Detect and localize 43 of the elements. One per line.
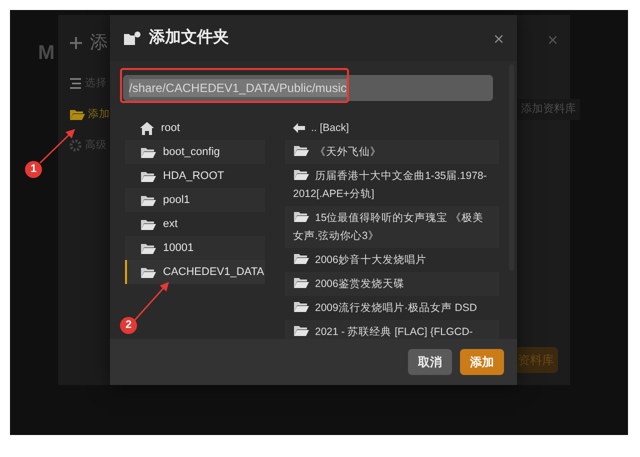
annotation-arrow <box>133 282 169 322</box>
folder-icon <box>140 170 156 182</box>
page-heading: M <box>38 41 55 66</box>
back-item[interactable]: .. [Back] <box>285 116 499 140</box>
list-icon <box>69 78 82 89</box>
folder-icon <box>140 266 156 278</box>
folder-item[interactable]: 10001 <box>125 236 265 260</box>
folder-icon <box>140 242 156 254</box>
home-icon <box>140 122 154 134</box>
folder-item[interactable]: 2006鉴赏发烧天碟 <box>285 272 499 296</box>
dialog-title: 添 <box>90 31 108 54</box>
folder-icon <box>293 276 309 289</box>
folder-icon <box>293 210 309 223</box>
folder-item[interactable]: 15位最值得聆听的女声瑰宝 《极美女声.弦动你心3》 <box>285 206 499 248</box>
folder-item[interactable]: root <box>125 116 265 140</box>
arrow-left-icon <box>293 123 305 133</box>
gear-icon <box>69 139 82 152</box>
folder-item[interactable]: 2009流行发烧唱片·极品女声 DSD <box>285 296 499 320</box>
folder-icon <box>293 324 309 337</box>
folder-item[interactable]: 2006妙音十大发烧唱片 <box>285 248 499 272</box>
nav-item[interactable]: 添加 <box>69 99 110 130</box>
folder-icon <box>293 144 309 157</box>
folder-plus-icon <box>123 30 141 46</box>
folder-icon <box>140 146 156 158</box>
folder-item[interactable]: 历届香港十大中文金曲1-35届.1978-2012[.APE+分轨] <box>285 164 499 206</box>
folder-item[interactable]: 2021 - 苏联经典 [FLAC] {FLGCD- <box>285 320 499 339</box>
folder-item[interactable]: ext <box>125 212 265 236</box>
folder-icon <box>140 218 156 230</box>
folder-icon <box>140 194 156 206</box>
folder-item[interactable]: pool1 <box>125 188 265 212</box>
folder-icon <box>293 300 309 313</box>
folder-item[interactable]: boot_config <box>125 140 265 164</box>
folder-item[interactable]: HDA_ROOT <box>125 164 265 188</box>
close-button[interactable]: × <box>493 26 504 53</box>
folder-icon <box>293 168 309 181</box>
folder-icon <box>293 252 309 265</box>
folder-item[interactable]: 《天外飞仙》 <box>285 140 499 164</box>
dialog-title: 添加文件夹 <box>149 27 229 48</box>
plus-icon <box>70 36 82 48</box>
folder-item[interactable]: CACHEDEV1_DATA <box>125 260 265 284</box>
folder-icon <box>69 108 85 121</box>
annotation-arrow <box>39 128 76 164</box>
cancel-button[interactable]: 取消 <box>408 349 452 375</box>
